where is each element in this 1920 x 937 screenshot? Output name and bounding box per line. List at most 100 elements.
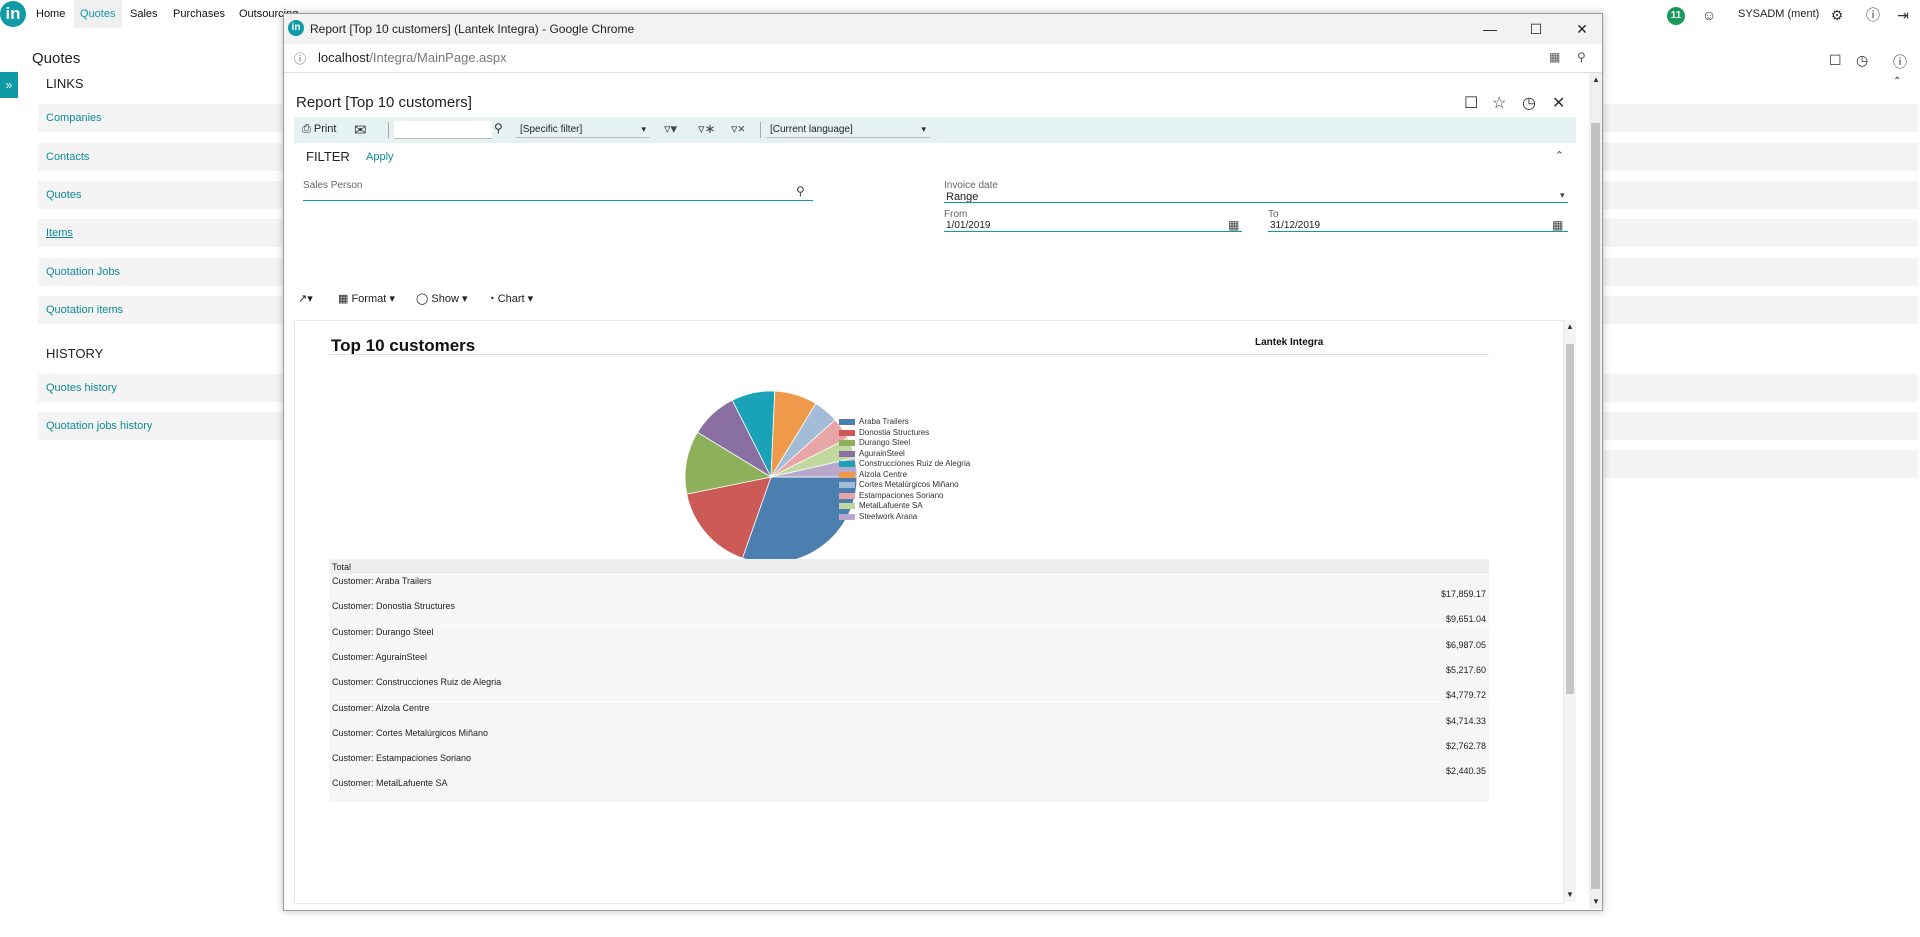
- apply-button[interactable]: Apply: [366, 151, 394, 163]
- gear-icon[interactable]: ⚙: [1828, 6, 1846, 24]
- customer-name: Customer: Estampaciones Soriano: [332, 753, 472, 764]
- calendar-icon[interactable]: ▦: [1228, 218, 1239, 232]
- scroll-up-icon[interactable]: ▲: [1566, 322, 1574, 331]
- customer-total: $4,714.33: [1445, 715, 1486, 726]
- page-title: Quotes: [32, 50, 81, 67]
- chevron-down-icon: ▾: [921, 124, 926, 134]
- bookmark-icon[interactable]: ☐: [1829, 52, 1842, 69]
- pie-chart: [684, 390, 858, 564]
- customer-name: Customer: AgurainSteel: [332, 651, 428, 662]
- bookmark-icon[interactable]: ☐: [1464, 93, 1478, 113]
- from-date-underline: [944, 231, 1242, 232]
- search-icon[interactable]: ⚲: [796, 184, 805, 198]
- translate-icon[interactable]: ▦: [1549, 50, 1560, 64]
- scroll-down-icon[interactable]: ▼: [1592, 897, 1600, 906]
- notifications-badge[interactable]: 11: [1667, 7, 1685, 25]
- customer-total: $2,440.35: [1445, 766, 1486, 777]
- star-icon[interactable]: ☆: [1492, 93, 1506, 113]
- help-icon[interactable]: ⓘ: [1864, 6, 1882, 24]
- history-icon[interactable]: ◷: [1856, 52, 1868, 69]
- zoom-icon[interactable]: ⚲: [1577, 50, 1586, 64]
- link-label[interactable]: Quotation items: [46, 304, 123, 316]
- search-icon[interactable]: ⚲: [494, 121, 503, 135]
- legend-item: MetalLafuente SA: [839, 501, 970, 512]
- window-scroll-thumb[interactable]: [1591, 123, 1600, 889]
- window-titlebar: in Report [Top 10 customers] (Lantek Int…: [284, 14, 1602, 44]
- to-date-input[interactable]: 31/12/2019: [1270, 220, 1320, 231]
- legend-item: Estampaciones Soriano: [839, 491, 970, 502]
- mail-icon[interactable]: ✉: [354, 121, 367, 139]
- filter-clear-icon[interactable]: ▿×: [731, 121, 745, 137]
- window-title: Report [Top 10 customers] (Lantek Integr…: [310, 22, 635, 36]
- table-row: Customer: Construcciones Ruiz de Alegria…: [329, 676, 1489, 703]
- chart-button[interactable]: ◔ Chart ▾: [488, 292, 533, 305]
- language-select[interactable]: [Current language] ▾: [766, 121, 930, 138]
- nav-sales[interactable]: Sales: [130, 8, 158, 20]
- to-label: To: [1268, 209, 1279, 220]
- invoice-date-label: Invoice date: [944, 180, 998, 191]
- from-date-input[interactable]: 1/01/2019: [946, 220, 991, 231]
- history-icon[interactable]: ◷: [1522, 93, 1536, 113]
- toolbar-divider: [760, 122, 761, 138]
- nav-home[interactable]: Home: [36, 8, 65, 20]
- scroll-down-icon[interactable]: ▼: [1566, 890, 1574, 899]
- app-logo[interactable]: in: [0, 1, 26, 27]
- chevron-down-icon[interactable]: ▾: [1560, 190, 1565, 201]
- link-label[interactable]: Contacts: [46, 151, 89, 163]
- legend-label: MetalLafuente SA: [859, 501, 923, 510]
- window-scrollbar[interactable]: ▲ ▼: [1589, 73, 1602, 909]
- customer-name: Customer: Araba Trailers: [332, 576, 432, 586]
- site-info-icon[interactable]: ⓘ: [294, 50, 306, 67]
- nav-purchases[interactable]: Purchases: [173, 8, 225, 20]
- close-window-button[interactable]: ✕: [1562, 18, 1602, 40]
- link-label[interactable]: Companies: [46, 112, 102, 124]
- close-icon[interactable]: ✕: [1552, 93, 1565, 113]
- help-icon-secondary[interactable]: ⓘ: [1893, 52, 1907, 72]
- customer-total: $4,779.72: [1445, 690, 1486, 701]
- scroll-up-icon[interactable]: ▲: [1592, 75, 1600, 84]
- sidebar-expand-icon[interactable]: »: [0, 72, 18, 98]
- format-label: Format: [351, 293, 387, 305]
- table-row: Customer: Araba Trailers $17,859.17: [329, 575, 1489, 601]
- chart-label: Chart: [497, 293, 525, 305]
- user-icon[interactable]: ☺: [1700, 6, 1718, 24]
- filter-icon[interactable]: ▿▾: [664, 121, 677, 137]
- show-button[interactable]: ◯ Show ▾: [416, 292, 467, 305]
- link-label[interactable]: Items: [46, 227, 73, 239]
- links-heading: LINKS: [46, 76, 84, 91]
- legend-label: Estampaciones Soriano: [859, 490, 944, 500]
- calendar-icon[interactable]: ▦: [1552, 218, 1563, 232]
- maximize-button[interactable]: ☐: [1516, 18, 1556, 40]
- customer-name: Customer: Donostia Structures: [332, 601, 456, 612]
- collapse-icon[interactable]: ⌃: [1893, 76, 1901, 87]
- link-label[interactable]: Quotes history: [46, 382, 117, 394]
- legend-swatch: [839, 450, 855, 457]
- legend-label: Araba Trailers: [859, 417, 909, 426]
- report-scroll-thumb[interactable]: [1566, 344, 1574, 694]
- legend-item: Alzola Centre: [839, 470, 970, 481]
- legend-item: Durango Steel: [839, 438, 970, 449]
- logout-icon[interactable]: ⇥: [1894, 6, 1912, 24]
- format-button[interactable]: ▦ Format ▾: [338, 292, 395, 305]
- collapse-icon[interactable]: ⌃: [1555, 149, 1564, 162]
- export-icon[interactable]: ↗▾: [298, 292, 313, 305]
- nav-quotes[interactable]: Quotes: [80, 8, 115, 20]
- report-scrollbar[interactable]: ▲ ▼: [1564, 320, 1576, 902]
- filter-select[interactable]: [Specific filter] ▾: [516, 121, 650, 138]
- report-doc-title: Top 10 customers: [331, 336, 476, 355]
- filter-edit-icon[interactable]: ▿∗: [698, 121, 715, 137]
- minimize-button[interactable]: —: [1470, 18, 1510, 40]
- search-input[interactable]: [394, 121, 492, 139]
- sales-person-input[interactable]: [303, 200, 813, 201]
- invoice-date-underline: [944, 202, 1568, 203]
- report-content: Report [Top 10 customers] ☐ ☆ ◷ ✕ ⎙ Prin…: [284, 73, 1589, 909]
- print-button[interactable]: ⎙ Print: [302, 123, 336, 136]
- table-row: Customer: AgurainSteel $5,217.60: [329, 650, 1489, 677]
- link-label[interactable]: Quotes: [46, 189, 81, 201]
- link-label[interactable]: Quotation Jobs: [46, 266, 120, 278]
- url-text[interactable]: localhost/Integra/MainPage.aspx: [318, 50, 507, 65]
- address-bar[interactable]: ⓘ localhost/Integra/MainPage.aspx ▦ ⚲: [284, 44, 1602, 73]
- report-document: Top 10 customers Lantek Integra Araba Tr…: [294, 320, 1564, 904]
- link-label[interactable]: Quotation jobs history: [46, 420, 152, 432]
- user-name[interactable]: SYSADM (ment): [1738, 8, 1819, 20]
